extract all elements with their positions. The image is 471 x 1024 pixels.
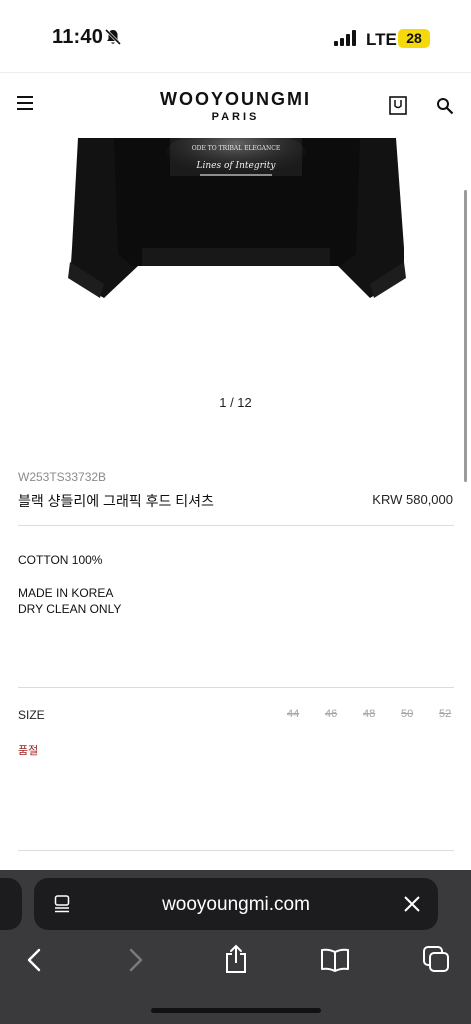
product-name: 블랙 샹들리에 그래픽 후드 티셔츠 bbox=[18, 493, 214, 509]
size-option-50[interactable]: 50 bbox=[401, 708, 413, 720]
divider bbox=[18, 687, 454, 688]
size-option-44[interactable]: 44 bbox=[287, 708, 299, 720]
url-text[interactable]: wooyoungmi.com bbox=[34, 894, 438, 916]
size-option-52[interactable]: 52 bbox=[439, 708, 451, 720]
forward-icon[interactable] bbox=[128, 948, 144, 972]
size-option-48[interactable]: 48 bbox=[363, 708, 375, 720]
bookmarks-icon[interactable] bbox=[320, 948, 350, 972]
search-icon[interactable] bbox=[436, 97, 454, 115]
product-code: W253TS33732B bbox=[18, 470, 107, 484]
share-icon[interactable] bbox=[224, 944, 248, 974]
graphic-line-2: Lines of Integrity bbox=[195, 161, 276, 171]
composition-text: COTTON 100% bbox=[18, 553, 103, 567]
product-price: KRW 580,000 bbox=[372, 492, 453, 507]
product-image[interactable]: ODE TO TRIBAL ELEGANCE Lines of Integrit… bbox=[60, 138, 412, 308]
divider bbox=[18, 525, 454, 526]
soldout-label: 품절 bbox=[18, 745, 39, 757]
size-label: SIZE bbox=[18, 708, 45, 722]
close-icon[interactable] bbox=[404, 896, 420, 912]
divider bbox=[18, 850, 454, 851]
bell-muted-icon bbox=[104, 28, 122, 46]
graphic-line-1: ODE TO TRIBAL ELEGANCE bbox=[192, 145, 280, 152]
image-counter: 1 / 12 bbox=[219, 395, 252, 410]
signal-icon bbox=[334, 30, 356, 46]
status-bar: 11:40 LTE 28 bbox=[0, 0, 471, 72]
tabs-icon[interactable] bbox=[423, 946, 449, 972]
network-label: LTE bbox=[366, 30, 397, 49]
site-header: WOOYOUNGMI PARIS bbox=[0, 72, 471, 138]
battery-indicator: 28 bbox=[398, 29, 430, 48]
shopping-bag-icon[interactable] bbox=[389, 96, 407, 115]
scrollbar[interactable] bbox=[464, 190, 467, 482]
status-time: 11:40 bbox=[52, 26, 104, 48]
previous-tab[interactable] bbox=[0, 878, 22, 930]
home-indicator bbox=[151, 1008, 321, 1013]
origin-text: MADE IN KOREA bbox=[18, 586, 114, 600]
size-option-46[interactable]: 46 bbox=[325, 708, 337, 720]
care-text: DRY CLEAN ONLY bbox=[18, 602, 122, 616]
back-icon[interactable] bbox=[26, 948, 42, 972]
